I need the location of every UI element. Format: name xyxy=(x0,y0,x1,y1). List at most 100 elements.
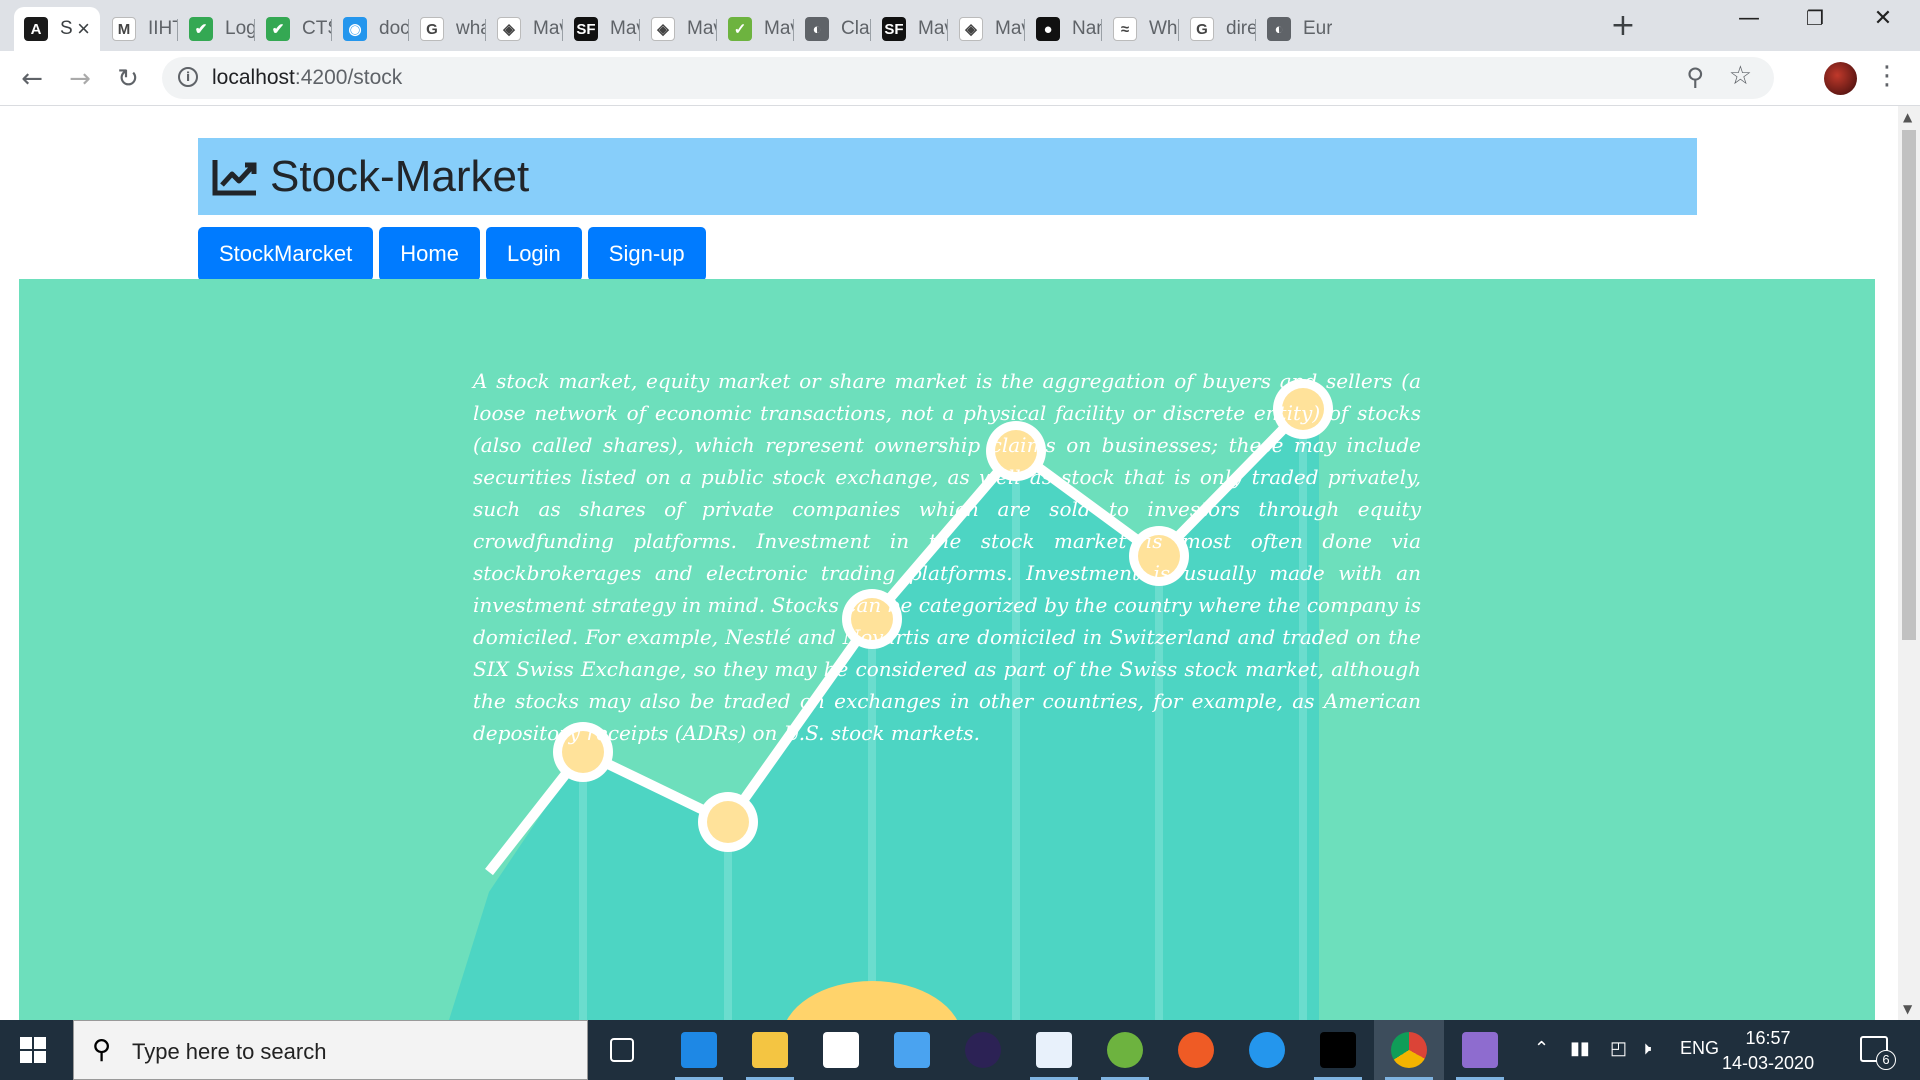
store-icon[interactable] xyxy=(823,1032,859,1068)
tab-label: Nan xyxy=(1072,18,1101,39)
nav-home[interactable]: Home xyxy=(379,227,480,281)
language-indicator[interactable]: ENG xyxy=(1680,1038,1719,1059)
tab[interactable]: ● Nan xyxy=(1026,7,1101,51)
edge-icon[interactable] xyxy=(681,1032,717,1068)
windows-start-icon[interactable] xyxy=(20,1037,46,1063)
github-icon: ● xyxy=(1036,17,1060,41)
minimize-button[interactable]: — xyxy=(1726,6,1772,40)
eclipse-icon[interactable] xyxy=(965,1032,1001,1068)
back-button[interactable]: ← xyxy=(14,61,50,97)
docker-icon[interactable] xyxy=(1249,1032,1285,1068)
tab-separator xyxy=(1101,19,1102,41)
scrollbar-thumb[interactable] xyxy=(1902,130,1916,640)
nav-sign-up[interactable]: Sign-up xyxy=(587,227,706,281)
forward-button[interactable]: → xyxy=(62,61,98,97)
sf-icon: SF xyxy=(882,17,906,41)
nav-login[interactable]: Login xyxy=(485,227,582,281)
scroll-down-arrow[interactable]: ▼ xyxy=(1903,1002,1912,1016)
tab[interactable]: Gdire xyxy=(1180,7,1255,51)
tab[interactable]: SF Mav xyxy=(564,7,639,51)
taskbar-clock[interactable]: 16:57 14-03-2020 xyxy=(1722,1026,1814,1076)
address-url[interactable]: localhost:4200/stock xyxy=(212,66,402,90)
maven-icon: ◈ xyxy=(497,17,521,41)
tab-separator xyxy=(485,19,486,41)
tab[interactable]: Gwha xyxy=(410,7,485,51)
tab-separator xyxy=(716,19,717,41)
page-scrollbar[interactable]: ▲ ▼ xyxy=(1898,106,1920,1020)
tab[interactable]: ✓ Mav xyxy=(718,7,793,51)
terminal-icon[interactable] xyxy=(1320,1032,1356,1068)
search-placeholder: Type here to search xyxy=(132,1039,327,1064)
restore-button[interactable]: ❐ xyxy=(1792,6,1838,40)
browser-toolbar: ← → ↻ i localhost:4200/stock ⚲ ☆ ⋮ xyxy=(0,51,1920,106)
tab[interactable]: ◈ Mav xyxy=(641,7,716,51)
wifi-icon[interactable]: ◰ xyxy=(1610,1038,1627,1059)
angular-icon: A xyxy=(24,17,48,41)
search-icon: ⚲ xyxy=(92,1035,112,1065)
trend-point xyxy=(707,801,749,843)
tab-separator xyxy=(331,19,332,41)
maven-icon: ◈ xyxy=(959,17,983,41)
sf-icon: SF xyxy=(574,17,598,41)
postman-icon[interactable] xyxy=(1178,1032,1214,1068)
chrome-icon[interactable] xyxy=(1391,1032,1427,1068)
workbench-icon[interactable] xyxy=(1036,1032,1072,1068)
file-explorer-icon[interactable] xyxy=(752,1032,788,1068)
bookmark-star-icon[interactable]: ☆ xyxy=(1729,61,1752,91)
tab[interactable]: ✔ CTS xyxy=(256,7,331,51)
notification-count: 6 xyxy=(1876,1050,1896,1070)
tab-active[interactable]: A S × xyxy=(14,7,100,51)
git-icon[interactable] xyxy=(1462,1032,1498,1068)
zoom-icon[interactable]: ⚲ xyxy=(1686,63,1704,91)
show-hidden-icons-icon[interactable]: ⌃ xyxy=(1534,1038,1549,1059)
mail-icon[interactable] xyxy=(894,1032,930,1068)
action-center-icon[interactable]: 6 xyxy=(1860,1036,1896,1070)
tab[interactable]: M IIHT xyxy=(102,7,177,51)
tab[interactable]: ◉ docl xyxy=(333,7,408,51)
tab[interactable]: ◐ Eure xyxy=(1257,7,1332,51)
stock-market-description: A stock market, equity market or share m… xyxy=(473,369,1421,745)
new-tab-button[interactable]: + xyxy=(1605,8,1641,43)
clock-date: 14-03-2020 xyxy=(1722,1053,1815,1073)
check-circle-icon: ✔ xyxy=(189,17,213,41)
close-tab-icon[interactable]: × xyxy=(77,16,90,42)
google-icon: G xyxy=(420,17,444,41)
close-window-button[interactable]: ✕ xyxy=(1860,6,1906,40)
chart-line-icon xyxy=(212,159,257,195)
tab[interactable]: SF Mav xyxy=(872,7,947,51)
taskbar-search-box[interactable]: ⚲ Type here to search xyxy=(73,1020,588,1080)
google-icon: G xyxy=(1190,17,1214,41)
task-view-icon[interactable] xyxy=(610,1038,634,1062)
app-header: Stock-Market xyxy=(198,138,1697,215)
spring-icon[interactable] xyxy=(1107,1032,1143,1068)
gmail-icon: M xyxy=(112,17,136,41)
tab-label: Mav xyxy=(687,18,716,39)
tab-separator xyxy=(177,19,178,41)
tab-label: Logi xyxy=(225,18,254,39)
reload-button[interactable]: ↻ xyxy=(110,61,146,97)
tab[interactable]: ≈ Whi xyxy=(1103,7,1178,51)
arrow-left-icon: ← xyxy=(21,64,43,94)
scroll-up-arrow[interactable]: ▲ xyxy=(1903,110,1912,124)
tab-separator xyxy=(562,19,563,41)
tab-label: S xyxy=(60,18,72,39)
tab[interactable]: ◈ Mav xyxy=(487,7,562,51)
windows-taskbar: ⚲ Type here to search ⌃ ▮▮ ◰ 🕨 ENG 16:57… xyxy=(0,1020,1920,1080)
maven-icon: ◈ xyxy=(651,17,675,41)
page-viewport: Stock-Market StockMarcket Home Login Sig… xyxy=(0,106,1898,1020)
tab[interactable]: ✔ Logi xyxy=(179,7,254,51)
tab[interactable]: ◈ Mav xyxy=(949,7,1024,51)
url-path: :4200/stock xyxy=(294,66,403,89)
tab-separator xyxy=(793,19,794,41)
site-info-icon[interactable]: i xyxy=(178,67,198,87)
tab[interactable]: ◐ Clas xyxy=(795,7,870,51)
tab-separator xyxy=(870,19,871,41)
battery-icon[interactable]: ▮▮ xyxy=(1570,1038,1590,1059)
tab-label: IIHT xyxy=(148,18,177,39)
profile-avatar[interactable] xyxy=(1824,62,1857,95)
browser-menu-icon[interactable]: ⋮ xyxy=(1874,61,1900,91)
address-bar[interactable]: i localhost:4200/stock ⚲ ☆ xyxy=(162,57,1774,99)
tab-separator xyxy=(639,19,640,41)
nav-stockmarcket[interactable]: StockMarcket xyxy=(198,227,374,281)
volume-muted-icon[interactable]: 🕨 xyxy=(1640,1038,1651,1059)
